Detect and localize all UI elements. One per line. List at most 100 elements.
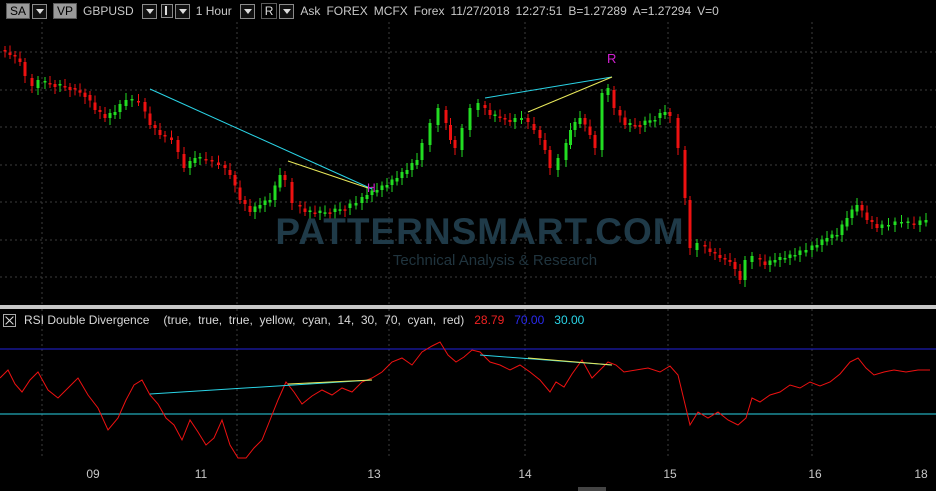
price-chart[interactable]: R H xyxy=(0,22,936,305)
candles xyxy=(3,45,928,287)
layout-dropdown-icon[interactable] xyxy=(32,3,48,19)
candle-body xyxy=(855,205,859,212)
interval-dropdown-icon[interactable] xyxy=(239,3,255,19)
rsi-divergence-1-yellow xyxy=(287,379,373,385)
candle-body xyxy=(248,206,252,212)
x-tick-label: 18 xyxy=(914,467,928,481)
candle-body xyxy=(343,209,347,211)
time-label: 12:27:51 xyxy=(515,4,563,18)
candle-body xyxy=(600,93,604,150)
bar-type-icon[interactable] xyxy=(160,4,173,18)
pattern-label-r: R xyxy=(607,51,616,66)
candle-body xyxy=(313,212,317,214)
candle-body xyxy=(188,161,192,168)
candle-body xyxy=(763,261,767,265)
candle-body xyxy=(887,225,890,227)
candle-body xyxy=(815,245,819,248)
rsi-params: (true, true, true, yellow, cyan, 14, 30,… xyxy=(163,313,465,327)
candle-body xyxy=(354,203,358,206)
candle-body xyxy=(43,81,47,83)
candle-body xyxy=(170,137,173,140)
candle-body xyxy=(618,110,622,116)
candle-body xyxy=(98,110,102,112)
candle-body xyxy=(390,179,394,185)
candle-body xyxy=(63,86,67,88)
vp-button[interactable]: VP xyxy=(53,3,78,19)
candle-body xyxy=(778,257,782,260)
candle-body xyxy=(835,235,839,237)
rsi-divergence-2-yellow xyxy=(527,357,613,366)
symbol-label[interactable]: GBPUSD xyxy=(83,4,134,18)
candle-body xyxy=(783,258,787,260)
close-icon[interactable] xyxy=(3,313,16,327)
candle-body xyxy=(860,205,864,211)
candle-body xyxy=(738,271,742,280)
candle-body xyxy=(733,262,737,269)
x-tick-label: 13 xyxy=(367,467,381,481)
candle-body xyxy=(718,255,722,258)
candle-body xyxy=(375,190,379,193)
ask-label: A=1.27294 xyxy=(632,4,692,18)
candle-body xyxy=(428,123,432,145)
candle-body xyxy=(93,102,97,110)
yellow-trendline-2 xyxy=(527,76,613,113)
candle-body xyxy=(503,118,507,120)
chart-mode-button[interactable]: R xyxy=(260,3,278,19)
candle-body xyxy=(825,238,829,242)
candle-body xyxy=(130,99,134,101)
rsi-lower-value: 30.00 xyxy=(554,313,585,327)
candle-body xyxy=(88,95,92,101)
candle-body xyxy=(13,55,17,57)
candle-body xyxy=(444,110,448,123)
candle-body xyxy=(798,250,802,255)
candle-body xyxy=(68,87,72,90)
pattern-label-h: H xyxy=(367,181,376,195)
interval-label[interactable]: 1 Hour xyxy=(196,4,232,18)
candle-body xyxy=(53,84,57,87)
rsi-chart[interactable] xyxy=(0,309,936,459)
candle-body xyxy=(460,128,464,150)
candle-body xyxy=(318,210,322,213)
candle-body xyxy=(556,158,560,170)
chart-mode-dropdown-icon[interactable] xyxy=(279,3,295,19)
quote-side-label: Ask xyxy=(300,4,321,18)
candle-body xyxy=(405,170,409,174)
scrollbar-thumb[interactable] xyxy=(578,487,606,491)
divergence-lines xyxy=(149,76,613,190)
candle-body xyxy=(468,108,472,130)
symbol-dropdown-icon[interactable] xyxy=(141,3,157,19)
candle-body xyxy=(18,58,22,62)
candle-body xyxy=(850,209,854,218)
candle-body xyxy=(526,118,530,122)
candle-body xyxy=(520,118,523,120)
candle-body xyxy=(380,185,384,190)
feed-label: MCFX xyxy=(373,4,408,18)
bid-label: B=1.27289 xyxy=(568,4,627,18)
x-tick-label: 09 xyxy=(86,467,100,481)
time-axis[interactable]: 09 11 13 14 15 16 18 xyxy=(0,459,936,491)
rsi-name: RSI Double Divergence xyxy=(24,313,150,327)
candle-body xyxy=(653,120,657,122)
candle-body xyxy=(193,158,197,163)
candle-body xyxy=(750,256,754,262)
candle-body xyxy=(564,143,568,160)
candle-body xyxy=(606,88,610,95)
candle-body xyxy=(385,185,389,188)
candle-body xyxy=(273,185,277,200)
candle-body xyxy=(348,203,352,208)
candle-body xyxy=(453,140,457,148)
candle-body xyxy=(415,160,419,165)
candle-body xyxy=(476,103,480,110)
candle-body xyxy=(924,220,928,223)
candle-body xyxy=(532,124,536,130)
candle-body xyxy=(204,159,208,161)
candle-body xyxy=(708,248,712,252)
candle-body xyxy=(78,90,82,93)
candle-body xyxy=(658,113,662,118)
candle-body xyxy=(360,197,364,203)
bar-type-dropdown-icon[interactable] xyxy=(174,3,190,19)
candle-body xyxy=(73,88,77,90)
price-grid xyxy=(0,22,936,305)
candle-body xyxy=(668,112,672,116)
layout-button[interactable]: SA xyxy=(6,3,31,19)
